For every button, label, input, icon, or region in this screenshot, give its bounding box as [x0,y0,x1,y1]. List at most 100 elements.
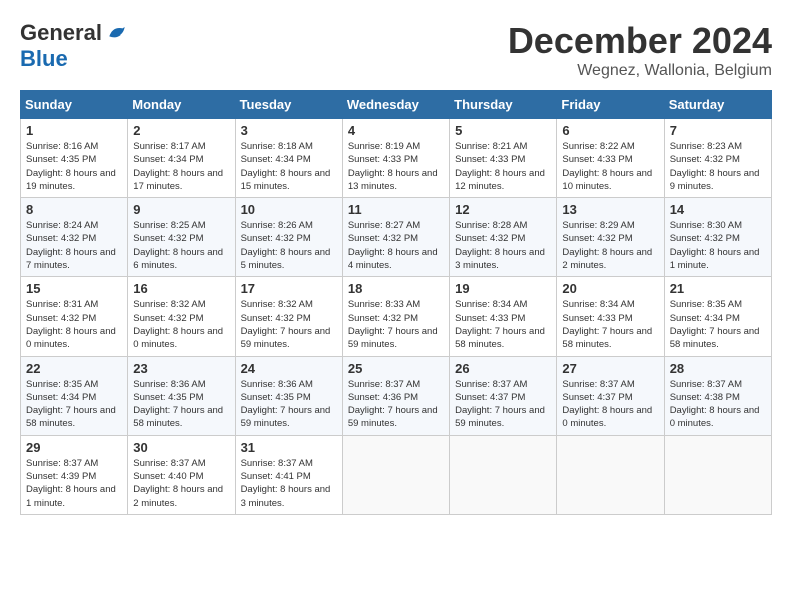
day-number: 18 [348,281,444,296]
calendar-cell [342,435,449,514]
day-info: Sunrise: 8:35 AM Sunset: 4:34 PM Dayligh… [670,298,766,351]
day-info: Sunrise: 8:36 AM Sunset: 4:35 PM Dayligh… [133,378,229,431]
day-info: Sunrise: 8:33 AM Sunset: 4:32 PM Dayligh… [348,298,444,351]
day-info: Sunrise: 8:27 AM Sunset: 4:32 PM Dayligh… [348,219,444,272]
calendar-cell: 29 Sunrise: 8:37 AM Sunset: 4:39 PM Dayl… [21,435,128,514]
day-info: Sunrise: 8:36 AM Sunset: 4:35 PM Dayligh… [241,378,337,431]
title-area: December 2024 Wegnez, Wallonia, Belgium [508,20,772,80]
day-info: Sunrise: 8:37 AM Sunset: 4:36 PM Dayligh… [348,378,444,431]
day-number: 25 [348,361,444,376]
day-number: 7 [670,123,766,138]
calendar-cell: 10 Sunrise: 8:26 AM Sunset: 4:32 PM Dayl… [235,198,342,277]
calendar-cell: 11 Sunrise: 8:27 AM Sunset: 4:32 PM Dayl… [342,198,449,277]
day-number: 14 [670,202,766,217]
day-number: 20 [562,281,658,296]
header-tuesday: Tuesday [235,91,342,119]
location-title: Wegnez, Wallonia, Belgium [508,62,772,80]
calendar-cell: 12 Sunrise: 8:28 AM Sunset: 4:32 PM Dayl… [450,198,557,277]
day-number: 30 [133,440,229,455]
header-friday: Friday [557,91,664,119]
calendar-cell [450,435,557,514]
calendar-cell: 15 Sunrise: 8:31 AM Sunset: 4:32 PM Dayl… [21,277,128,356]
calendar-cell: 3 Sunrise: 8:18 AM Sunset: 4:34 PM Dayli… [235,119,342,198]
day-number: 19 [455,281,551,296]
calendar-cell: 13 Sunrise: 8:29 AM Sunset: 4:32 PM Dayl… [557,198,664,277]
logo: General Blue [20,20,126,72]
day-info: Sunrise: 8:16 AM Sunset: 4:35 PM Dayligh… [26,140,122,193]
day-info: Sunrise: 8:37 AM Sunset: 4:37 PM Dayligh… [562,378,658,431]
day-info: Sunrise: 8:31 AM Sunset: 4:32 PM Dayligh… [26,298,122,351]
header-saturday: Saturday [664,91,771,119]
calendar-cell: 19 Sunrise: 8:34 AM Sunset: 4:33 PM Dayl… [450,277,557,356]
calendar-cell: 21 Sunrise: 8:35 AM Sunset: 4:34 PM Dayl… [664,277,771,356]
calendar-cell: 16 Sunrise: 8:32 AM Sunset: 4:32 PM Dayl… [128,277,235,356]
day-number: 9 [133,202,229,217]
day-number: 10 [241,202,337,217]
week-row-3: 15 Sunrise: 8:31 AM Sunset: 4:32 PM Dayl… [21,277,772,356]
day-info: Sunrise: 8:22 AM Sunset: 4:33 PM Dayligh… [562,140,658,193]
calendar-cell [664,435,771,514]
day-info: Sunrise: 8:37 AM Sunset: 4:37 PM Dayligh… [455,378,551,431]
day-number: 15 [26,281,122,296]
day-info: Sunrise: 8:37 AM Sunset: 4:40 PM Dayligh… [133,457,229,510]
logo-general-text: General [20,20,102,46]
calendar-cell: 7 Sunrise: 8:23 AM Sunset: 4:32 PM Dayli… [664,119,771,198]
day-info: Sunrise: 8:24 AM Sunset: 4:32 PM Dayligh… [26,219,122,272]
day-number: 31 [241,440,337,455]
month-title: December 2024 [508,20,772,62]
calendar-cell: 2 Sunrise: 8:17 AM Sunset: 4:34 PM Dayli… [128,119,235,198]
day-number: 12 [455,202,551,217]
calendar-cell: 8 Sunrise: 8:24 AM Sunset: 4:32 PM Dayli… [21,198,128,277]
day-info: Sunrise: 8:18 AM Sunset: 4:34 PM Dayligh… [241,140,337,193]
day-number: 28 [670,361,766,376]
calendar-cell: 27 Sunrise: 8:37 AM Sunset: 4:37 PM Dayl… [557,356,664,435]
day-info: Sunrise: 8:17 AM Sunset: 4:34 PM Dayligh… [133,140,229,193]
day-info: Sunrise: 8:34 AM Sunset: 4:33 PM Dayligh… [562,298,658,351]
calendar-cell: 4 Sunrise: 8:19 AM Sunset: 4:33 PM Dayli… [342,119,449,198]
calendar-cell: 1 Sunrise: 8:16 AM Sunset: 4:35 PM Dayli… [21,119,128,198]
day-info: Sunrise: 8:23 AM Sunset: 4:32 PM Dayligh… [670,140,766,193]
week-row-4: 22 Sunrise: 8:35 AM Sunset: 4:34 PM Dayl… [21,356,772,435]
calendar-cell: 5 Sunrise: 8:21 AM Sunset: 4:33 PM Dayli… [450,119,557,198]
day-number: 27 [562,361,658,376]
calendar-cell: 22 Sunrise: 8:35 AM Sunset: 4:34 PM Dayl… [21,356,128,435]
day-info: Sunrise: 8:25 AM Sunset: 4:32 PM Dayligh… [133,219,229,272]
day-info: Sunrise: 8:21 AM Sunset: 4:33 PM Dayligh… [455,140,551,193]
day-number: 26 [455,361,551,376]
day-number: 13 [562,202,658,217]
day-number: 21 [670,281,766,296]
day-number: 11 [348,202,444,217]
day-number: 4 [348,123,444,138]
calendar-cell: 17 Sunrise: 8:32 AM Sunset: 4:32 PM Dayl… [235,277,342,356]
calendar-cell: 28 Sunrise: 8:37 AM Sunset: 4:38 PM Dayl… [664,356,771,435]
calendar-cell: 30 Sunrise: 8:37 AM Sunset: 4:40 PM Dayl… [128,435,235,514]
calendar-cell: 18 Sunrise: 8:33 AM Sunset: 4:32 PM Dayl… [342,277,449,356]
week-row-2: 8 Sunrise: 8:24 AM Sunset: 4:32 PM Dayli… [21,198,772,277]
day-info: Sunrise: 8:26 AM Sunset: 4:32 PM Dayligh… [241,219,337,272]
header: General Blue December 2024 Wegnez, Wallo… [20,20,772,80]
day-info: Sunrise: 8:29 AM Sunset: 4:32 PM Dayligh… [562,219,658,272]
day-info: Sunrise: 8:37 AM Sunset: 4:41 PM Dayligh… [241,457,337,510]
calendar-table: SundayMondayTuesdayWednesdayThursdayFrid… [20,90,772,515]
day-number: 1 [26,123,122,138]
calendar-cell: 6 Sunrise: 8:22 AM Sunset: 4:33 PM Dayli… [557,119,664,198]
day-number: 2 [133,123,229,138]
day-number: 23 [133,361,229,376]
day-number: 22 [26,361,122,376]
day-number: 8 [26,202,122,217]
day-number: 6 [562,123,658,138]
day-info: Sunrise: 8:37 AM Sunset: 4:38 PM Dayligh… [670,378,766,431]
calendar-cell: 23 Sunrise: 8:36 AM Sunset: 4:35 PM Dayl… [128,356,235,435]
day-info: Sunrise: 8:19 AM Sunset: 4:33 PM Dayligh… [348,140,444,193]
header-sunday: Sunday [21,91,128,119]
day-info: Sunrise: 8:34 AM Sunset: 4:33 PM Dayligh… [455,298,551,351]
day-info: Sunrise: 8:37 AM Sunset: 4:39 PM Dayligh… [26,457,122,510]
week-row-1: 1 Sunrise: 8:16 AM Sunset: 4:35 PM Dayli… [21,119,772,198]
header-wednesday: Wednesday [342,91,449,119]
day-info: Sunrise: 8:30 AM Sunset: 4:32 PM Dayligh… [670,219,766,272]
day-number: 17 [241,281,337,296]
calendar-cell [557,435,664,514]
calendar-cell: 14 Sunrise: 8:30 AM Sunset: 4:32 PM Dayl… [664,198,771,277]
day-number: 3 [241,123,337,138]
day-info: Sunrise: 8:28 AM Sunset: 4:32 PM Dayligh… [455,219,551,272]
